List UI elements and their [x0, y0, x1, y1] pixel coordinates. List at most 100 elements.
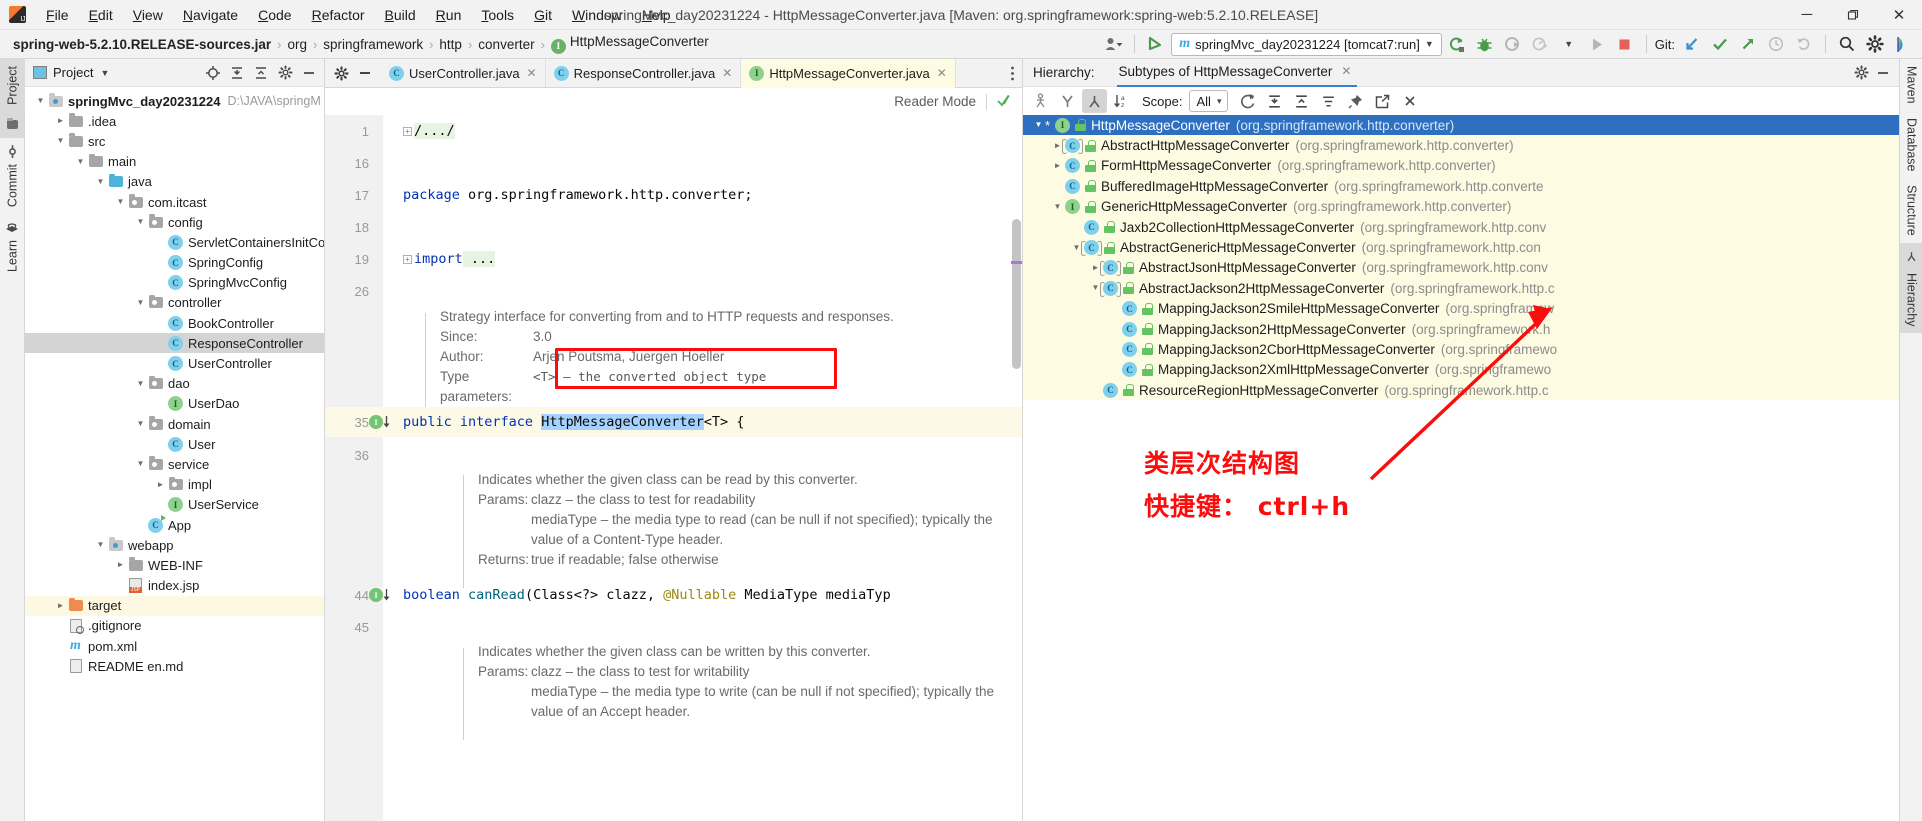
project-tree-row[interactable]: m pom.xml	[25, 636, 324, 656]
refresh-button[interactable]	[1235, 89, 1260, 113]
editor-settings-button[interactable]	[330, 62, 352, 84]
project-tree-row[interactable]: C ServletContainersInitCon	[25, 232, 324, 252]
project-tree-row[interactable]: ► WEB-INF	[25, 555, 324, 575]
open-in-new-window-button[interactable]	[1370, 89, 1395, 113]
hierarchy-tree-row[interactable]: ▼ C AbstractGenericHttpMessageConverter (or…	[1023, 237, 1899, 257]
fold-toggle-icon[interactable]: +	[403, 255, 412, 264]
chevron-down-icon[interactable]: ▼	[134, 298, 147, 307]
hierarchy-tree-row[interactable]: C MappingJackson2SmileHttpMessageConverte…	[1023, 299, 1899, 319]
chevron-down-icon[interactable]: ▼	[134, 218, 147, 226]
hierarchy-tree-row[interactable]: ▼ I GenericHttpMessageConverter (org.spring…	[1023, 197, 1899, 217]
breadcrumb-item[interactable]: spring-web-5.2.10.RELEASE-sources.jar	[10, 35, 274, 54]
menu-item-navigate[interactable]: Navigate	[173, 3, 248, 27]
project-tree-row[interactable]: .gitignore	[25, 616, 324, 636]
sort-alphabetically-button[interactable]: a z	[1109, 89, 1134, 113]
hide-project-panel-button[interactable]	[298, 62, 320, 84]
editor-scrollbar[interactable]	[1012, 219, 1021, 369]
project-tree-row[interactable]: ▼ main	[25, 152, 324, 172]
tab-list-button[interactable]	[1003, 59, 1022, 87]
project-tree-row[interactable]: ▼ springMvc_day20231224 D:\JAVA\springM	[25, 91, 324, 111]
tool-window-project[interactable]: Project	[0, 59, 25, 112]
project-tree-row[interactable]: I UserDao	[25, 394, 324, 414]
breadcrumb-item[interactable]: springframework	[320, 35, 426, 54]
chevron-right-icon[interactable]: ►	[1051, 161, 1064, 170]
menu-item-build[interactable]: Build	[375, 3, 426, 27]
close-button[interactable]: ✕	[1876, 0, 1922, 30]
stop-button[interactable]	[1612, 32, 1638, 57]
tool-window-maven[interactable]: Maven	[1900, 59, 1922, 111]
profile-button[interactable]	[1528, 32, 1554, 57]
editor-tab[interactable]: C UserController.java ✕	[381, 59, 546, 87]
hide-hierarchy-button[interactable]	[1872, 62, 1894, 84]
close-icon[interactable]: ✕	[722, 66, 732, 80]
project-tree-row[interactable]: ▼ webapp	[25, 535, 324, 555]
chevron-down-icon[interactable]: ▼	[34, 97, 47, 105]
chevron-down-icon[interactable]: ▼	[134, 420, 147, 428]
update-project-button[interactable]	[1143, 32, 1169, 57]
hierarchy-tree-row[interactable]: C Jaxb2CollectionHttpMessageConverter (org…	[1023, 217, 1899, 237]
breadcrumb-item[interactable]: http	[436, 35, 465, 54]
hierarchy-tree-row[interactable]: ▼ C AbstractJackson2HttpMessageConverter (o…	[1023, 278, 1899, 298]
breadcrumb-item[interactable]: I HttpMessageConverter	[548, 32, 712, 56]
git-rollback-button[interactable]	[1791, 32, 1817, 57]
project-tree-row[interactable]: ► .idea	[25, 111, 324, 131]
menu-item-help[interactable]: Help	[632, 3, 681, 27]
tab-subtypes-hierarchy[interactable]: Subtypes of HttpMessageConverter ✕	[1116, 59, 1358, 87]
select-opened-file-button[interactable]	[202, 62, 224, 84]
project-tree-row[interactable]: ▼ domain	[25, 414, 324, 434]
expand-all-button[interactable]	[1262, 89, 1287, 113]
hierarchy-tree-row[interactable]: ▼ * I HttpMessageConverter (org.springframew…	[1023, 115, 1899, 136]
project-tree-row[interactable]: C SpringConfig	[25, 253, 324, 273]
chevron-down-icon[interactable]: ▼	[134, 460, 147, 468]
project-settings-button[interactable]	[274, 62, 296, 84]
hierarchy-tree-row[interactable]: ► C AbstractHttpMessageConverter (org.sprin…	[1023, 135, 1899, 155]
menu-item-git[interactable]: Git	[524, 3, 562, 27]
project-tree-row[interactable]: C BookController	[25, 313, 324, 333]
user-account-button[interactable]	[1100, 32, 1126, 57]
run-button[interactable]	[1584, 32, 1610, 57]
rerun-button[interactable]	[1444, 32, 1470, 57]
hierarchy-settings-button[interactable]	[1850, 62, 1872, 84]
project-tree-row[interactable]: ▼ service	[25, 454, 324, 474]
chevron-down-icon[interactable]: ▼	[54, 137, 67, 145]
project-tree-row[interactable]: I UserService	[25, 495, 324, 515]
breadcrumb-item[interactable]: converter	[475, 35, 537, 54]
chevron-down-icon[interactable]: ▼	[1032, 121, 1045, 129]
hierarchy-tree-row[interactable]: C BufferedImageHttpMessageConverter (org.s…	[1023, 176, 1899, 196]
class-hierarchy-button[interactable]	[1028, 89, 1053, 113]
chevron-down-icon[interactable]: ▼	[114, 198, 127, 206]
menu-item-run[interactable]: Run	[426, 3, 472, 27]
chevron-down-icon[interactable]: ▼	[100, 68, 109, 78]
project-tree-row[interactable]: ▼ java	[25, 172, 324, 192]
close-hierarchy-button[interactable]	[1397, 89, 1422, 113]
breadcrumb-item[interactable]: org	[284, 35, 310, 54]
sort-button[interactable]	[1316, 89, 1341, 113]
scope-selector[interactable]: All ▾	[1189, 90, 1229, 112]
menu-item-file[interactable]: File	[36, 3, 79, 27]
collapse-all-button[interactable]	[250, 62, 272, 84]
menu-item-edit[interactable]: Edit	[79, 3, 123, 27]
menu-item-view[interactable]: View	[123, 3, 173, 27]
project-tree-row[interactable]: ▼ controller	[25, 293, 324, 313]
git-history-button[interactable]	[1763, 32, 1789, 57]
hierarchy-tree-row[interactable]: ► C AbstractJsonHttpMessageConverter (org.s…	[1023, 258, 1899, 278]
selected-identifier[interactable]: HttpMessageConverter	[541, 414, 704, 430]
menu-item-code[interactable]: Code	[248, 3, 301, 27]
chevron-right-icon[interactable]: ►	[154, 480, 167, 489]
close-icon[interactable]: ✕	[937, 66, 947, 80]
editor-tab[interactable]: I HttpMessageConverter.java ✕	[741, 59, 956, 88]
tool-window-hierarchy[interactable]: Hierarchy	[1900, 242, 1922, 334]
profile-dropdown-button[interactable]: ▼	[1556, 32, 1582, 57]
search-everywhere-button[interactable]	[1834, 32, 1860, 57]
folded-comment[interactable]: /.../	[414, 123, 455, 139]
code-editor[interactable]: 1 +/.../ 16 17 package org.springframewo…	[325, 115, 1022, 821]
hierarchy-tree-row[interactable]: C MappingJackson2HttpMessageConverter (org…	[1023, 319, 1899, 339]
settings-button[interactable]	[1862, 32, 1888, 57]
project-tree-row[interactable]: C SpringMvcConfig	[25, 273, 324, 293]
project-tree-row[interactable]: ▼ com.itcast	[25, 192, 324, 212]
close-icon[interactable]: ✕	[1341, 64, 1351, 78]
project-tree-row[interactable]: ▼ dao	[25, 374, 324, 394]
hide-editor-button[interactable]	[354, 62, 376, 84]
project-tree-row[interactable]: ▼ config	[25, 212, 324, 232]
reader-mode-label[interactable]: Reader Mode	[894, 94, 976, 109]
